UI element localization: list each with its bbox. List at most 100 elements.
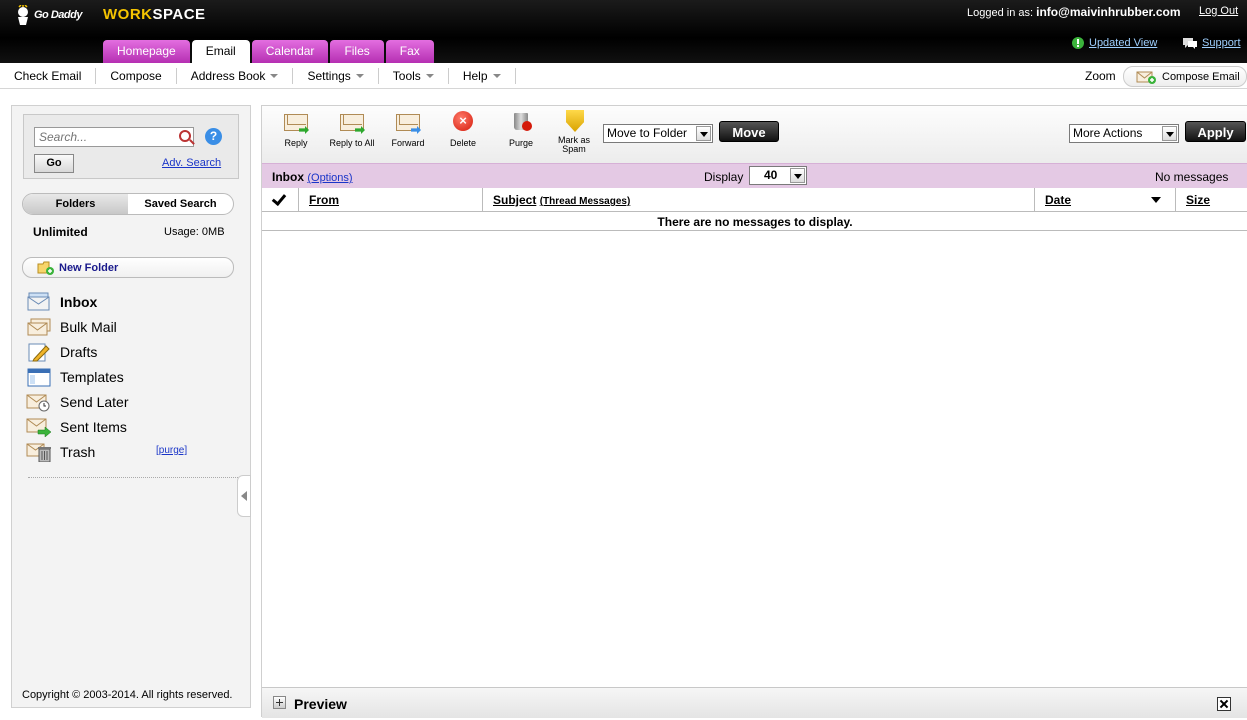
select-all-column[interactable] (262, 188, 299, 211)
menu-check-email[interactable]: Check Email (0, 67, 97, 84)
folder-send-later[interactable]: Send Later (26, 389, 236, 414)
menu-tools[interactable]: Tools (379, 67, 449, 84)
header: Go Daddy WORKSPACE Logged in as: info@ma… (0, 0, 1247, 63)
column-subject[interactable]: Subject (Thread Messages) (483, 188, 1035, 211)
updated-view-link[interactable]: Updated View (1071, 36, 1157, 50)
tab-email[interactable]: Email (191, 40, 250, 63)
search-panel: ? Go Adv. Search (23, 114, 239, 179)
more-actions-select[interactable]: More Actions (1069, 124, 1179, 143)
advanced-search-link[interactable]: Adv. Search (162, 157, 221, 169)
menubar: Check Email Compose Address Book Setting… (0, 63, 1247, 89)
chevron-down-icon (270, 73, 279, 78)
chevron-down-icon (1162, 126, 1177, 141)
forward-icon (395, 110, 421, 134)
apply-button[interactable]: Apply (1185, 121, 1246, 142)
reply-all-icon (339, 110, 365, 134)
menu-address-book[interactable]: Address Book (177, 67, 294, 84)
column-size[interactable]: Size (1176, 188, 1247, 211)
updated-view-icon (1072, 37, 1084, 49)
logo-text: Go Daddy (34, 9, 82, 21)
compose-envelope-icon (1136, 71, 1156, 84)
folder-options-link[interactable]: (Options) (307, 172, 352, 184)
reply-button[interactable]: Reply (283, 110, 309, 148)
message-panel: Reply Reply to All Forward × Delete Purg… (261, 105, 1247, 718)
folder-sent-items[interactable]: Sent Items (26, 414, 236, 439)
tab-homepage[interactable]: Homepage (103, 40, 190, 63)
toolbar: Reply Reply to All Forward × Delete Purg… (262, 106, 1247, 163)
menu-help[interactable]: Help (449, 67, 516, 84)
sent-items-icon (26, 418, 52, 437)
sort-descending-icon (1151, 197, 1161, 203)
purge-bin-icon (508, 110, 534, 134)
search-icon[interactable] (179, 130, 191, 142)
divider (28, 477, 238, 478)
search-input[interactable] (34, 127, 194, 147)
godaddy-logo[interactable]: Go Daddy (14, 3, 82, 27)
support-icon (1183, 38, 1197, 49)
folder-view-toggle: Folders Saved Search (22, 193, 234, 215)
reply-all-button[interactable]: Reply to All (326, 110, 378, 148)
app-tabs: Homepage Email Calendar Files Fax (103, 40, 434, 63)
thread-messages-link[interactable]: (Thread Messages) (540, 196, 631, 207)
chevron-down-icon (425, 73, 434, 78)
tab-folders[interactable]: Folders (23, 194, 128, 214)
tab-saved-search[interactable]: Saved Search (128, 194, 233, 214)
purge-trash-link[interactable]: [purge] (156, 445, 187, 456)
compose-email-button[interactable]: Compose Email (1123, 66, 1247, 87)
inbox-info-bar: Inbox (Options) Display 40 No messages (262, 163, 1247, 188)
empty-message: There are no messages to display. (262, 212, 1247, 231)
chevron-down-icon (355, 73, 364, 78)
chevron-down-icon (790, 168, 805, 183)
preview-label: Preview (294, 696, 347, 712)
zoom-control[interactable]: Zoom (1085, 69, 1116, 83)
support-link[interactable]: Support (1182, 36, 1241, 50)
drafts-icon (28, 343, 50, 361)
move-to-folder-select[interactable]: Move to Folder (603, 124, 713, 143)
display-count-select[interactable]: 40 (749, 166, 807, 185)
delete-button[interactable]: × Delete (449, 110, 477, 148)
message-list-header: From Subject (Thread Messages) Date Size (262, 188, 1247, 212)
usage-label: Usage: 0MB (164, 226, 225, 238)
tab-calendar[interactable]: Calendar (251, 40, 329, 63)
folder-drafts[interactable]: Drafts (26, 339, 236, 364)
tab-files[interactable]: Files (330, 40, 384, 63)
forward-button[interactable]: Forward (388, 110, 428, 148)
close-preview-icon[interactable] (1217, 697, 1231, 711)
templates-icon (27, 368, 51, 386)
spam-shield-icon (561, 110, 587, 134)
logout-link[interactable]: Log Out (1199, 5, 1238, 17)
expand-preview-icon[interactable] (273, 696, 286, 709)
app: Go Daddy WORKSPACE Logged in as: info@ma… (0, 0, 1247, 720)
trash-icon (26, 443, 51, 462)
copyright: Copyright © 2003-2014. All rights reserv… (22, 689, 233, 701)
chevron-down-icon (492, 73, 501, 78)
column-from[interactable]: From (299, 188, 483, 211)
reply-icon (283, 110, 309, 134)
move-button[interactable]: Move (719, 121, 779, 142)
folder-trash[interactable]: Trash [purge] (26, 439, 236, 464)
message-count-status: No messages (1155, 170, 1229, 184)
menu-compose[interactable]: Compose (96, 67, 177, 84)
folder-inbox[interactable]: Inbox (26, 289, 236, 314)
folder-templates[interactable]: Templates (26, 364, 236, 389)
delete-icon: × (450, 110, 476, 134)
menu-settings[interactable]: Settings (293, 67, 379, 84)
purge-button[interactable]: Purge (507, 110, 535, 148)
sidebar: ? Go Adv. Search Folders Saved Search Un… (11, 105, 251, 708)
tab-fax[interactable]: Fax (385, 40, 434, 63)
preview-pane-bar: Preview (262, 687, 1247, 718)
collapse-sidebar-handle[interactable] (237, 475, 251, 517)
display-label: Display (704, 170, 744, 184)
inbox-icon (27, 292, 50, 310)
quota-label: Unlimited (33, 225, 88, 239)
folder-bulk-mail[interactable]: Bulk Mail (26, 314, 236, 339)
help-icon[interactable]: ? (205, 128, 222, 145)
logged-in-status: Logged in as: info@maivinhrubber.com (967, 5, 1181, 19)
mark-spam-button[interactable]: Mark as Spam (556, 110, 592, 154)
folder-list: Inbox Bulk Mail Drafts Templates Send La… (26, 289, 236, 464)
new-folder-icon (37, 261, 54, 275)
chevron-down-icon (696, 126, 711, 141)
column-date[interactable]: Date (1035, 188, 1176, 211)
new-folder-button[interactable]: New Folder (22, 257, 234, 278)
go-button[interactable]: Go (34, 154, 74, 173)
